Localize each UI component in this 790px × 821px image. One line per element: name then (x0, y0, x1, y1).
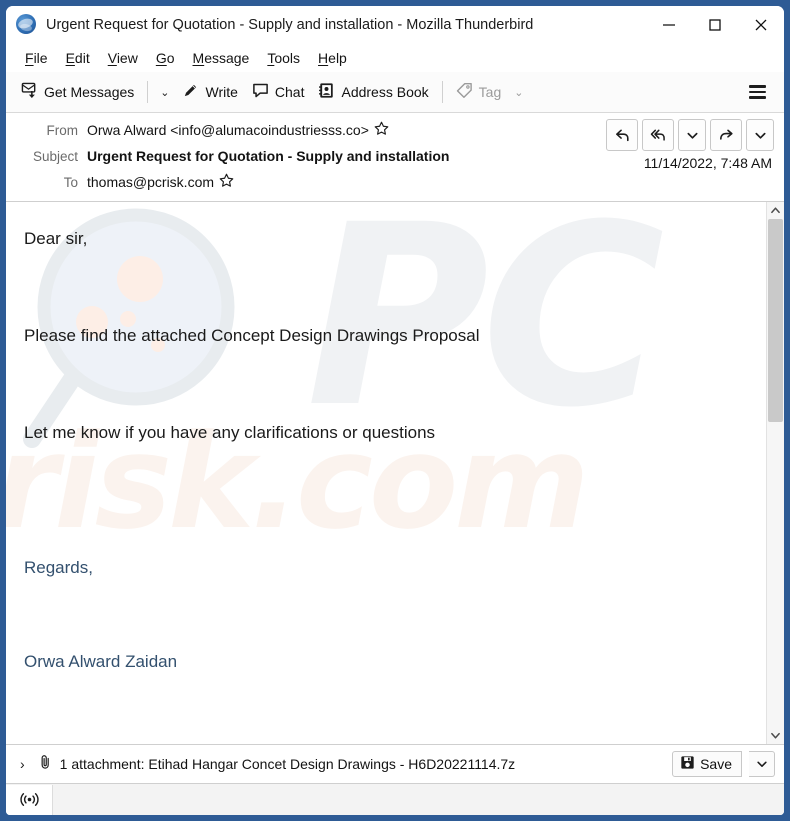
attachment-bar: › 1 attachment: Etihad Hangar Concet Des… (6, 744, 784, 783)
chat-icon (252, 82, 269, 102)
body-signoff: Regards, (24, 557, 93, 577)
status-text-area (53, 784, 784, 815)
more-actions-dropdown[interactable] (746, 119, 774, 151)
address-book-label: Address Book (341, 84, 429, 100)
body-spacer-1 (24, 250, 748, 325)
save-label: Save (700, 756, 732, 772)
window-title: Urgent Request for Quotation - Supply an… (46, 17, 534, 33)
body-line-1: Please find the attached Concept Design … (24, 326, 480, 346)
tag-dropdown[interactable]: ⌄ (508, 82, 529, 103)
chat-label: Chat (274, 84, 305, 100)
get-messages-icon (21, 82, 38, 102)
message-actions (606, 119, 774, 151)
toolbar-separator-2 (441, 81, 443, 103)
save-attachment-button[interactable]: Save (672, 751, 742, 777)
message-body: PC risk.com Dear sir, Please find the at… (6, 202, 766, 744)
address-book-button[interactable]: Address Book (311, 78, 435, 106)
address-book-icon (318, 82, 335, 102)
close-button[interactable] (738, 6, 784, 44)
thunderbird-icon (16, 14, 38, 36)
main-toolbar: Get Messages ⌄ Write Chat Address Book T… (6, 72, 784, 113)
reply-button[interactable] (606, 119, 638, 151)
subject-label: Subject (32, 148, 78, 164)
menu-edit[interactable]: Edit (57, 48, 99, 68)
attachment-label: 1 attachment: Etihad Hangar Concet Desig… (59, 756, 516, 772)
from-star-icon[interactable] (374, 121, 389, 139)
message-header: From Orwa Alward <info@alumacoindustries… (6, 113, 784, 202)
thunderbird-window: Urgent Request for Quotation - Supply an… (6, 6, 784, 815)
get-messages-label: Get Messages (44, 84, 135, 100)
tag-label: Tag (478, 84, 502, 100)
status-bar (6, 783, 784, 815)
message-body-text: Dear sir, Please find the attached Conce… (24, 228, 748, 672)
window-controls (646, 6, 784, 44)
reply-icon (615, 129, 629, 141)
save-icon (680, 755, 695, 773)
scrollbar-track[interactable] (767, 219, 784, 727)
body-greeting: Dear sir, (24, 229, 88, 248)
get-messages-dropdown[interactable]: ⌄ (154, 82, 175, 103)
body-spacer-2 (24, 348, 748, 422)
reply-all-icon (650, 129, 665, 141)
menu-bar: File Edit View Go Message Tools Help (6, 44, 784, 72)
body-signature: Orwa Alward Zaidan (24, 652, 178, 671)
message-body-area: PC risk.com Dear sir, Please find the at… (6, 202, 784, 744)
menu-tools[interactable]: Tools (258, 48, 309, 68)
attachment-expander[interactable]: › (15, 754, 30, 774)
minimize-button[interactable] (646, 6, 692, 44)
tag-button[interactable]: Tag (449, 78, 509, 106)
menu-view[interactable]: View (99, 48, 147, 68)
from-value: Orwa Alward <info@alumacoindustriesss.co… (87, 121, 389, 139)
get-messages-button[interactable]: Get Messages (14, 78, 141, 106)
scroll-down-button[interactable] (767, 727, 784, 744)
title-bar: Urgent Request for Quotation - Supply an… (6, 6, 784, 44)
pencil-icon (182, 82, 199, 102)
forward-button[interactable] (710, 119, 742, 151)
body-scrollbar[interactable] (766, 202, 784, 744)
menu-help[interactable]: Help (309, 48, 356, 68)
reply-more-dropdown[interactable] (678, 119, 706, 151)
toolbar-separator-1 (147, 81, 149, 103)
subject-value: Urgent Request for Quotation - Supply an… (87, 148, 450, 164)
chevron-down-icon (756, 761, 767, 767)
chat-button[interactable]: Chat (245, 78, 312, 106)
body-spacer-4 (24, 578, 748, 651)
forward-icon (719, 129, 733, 140)
from-text: Orwa Alward <info@alumacoindustriesss.co… (87, 122, 369, 138)
to-text: thomas@pcrisk.com (87, 174, 215, 190)
maximize-button[interactable] (692, 6, 738, 44)
menu-message[interactable]: Message (184, 48, 259, 68)
scroll-up-button[interactable] (767, 202, 784, 219)
scrollbar-thumb[interactable] (768, 219, 783, 423)
to-row: To thomas@pcrisk.com (6, 169, 784, 195)
save-dropdown-button[interactable] (749, 751, 775, 777)
menu-go[interactable]: Go (147, 48, 184, 68)
paperclip-icon (37, 754, 53, 775)
body-spacer-3 (24, 444, 748, 557)
message-date: 11/14/2022, 7:48 AM (643, 155, 772, 171)
from-label: From (46, 122, 79, 138)
chevron-down-icon (686, 132, 698, 139)
to-label: To (63, 174, 78, 190)
write-button[interactable]: Write (175, 78, 244, 106)
tag-icon (456, 82, 473, 102)
to-value: thomas@pcrisk.com (87, 173, 234, 191)
reply-all-button[interactable] (642, 119, 674, 151)
write-label: Write (205, 84, 238, 100)
app-menu-button[interactable] (739, 77, 776, 107)
broadcast-icon[interactable] (6, 784, 53, 815)
menu-file[interactable]: File (16, 48, 57, 68)
to-star-icon[interactable] (219, 173, 234, 191)
body-line-2: Let me know if you have any clarificatio… (24, 422, 436, 442)
chevron-down-icon (754, 132, 766, 139)
